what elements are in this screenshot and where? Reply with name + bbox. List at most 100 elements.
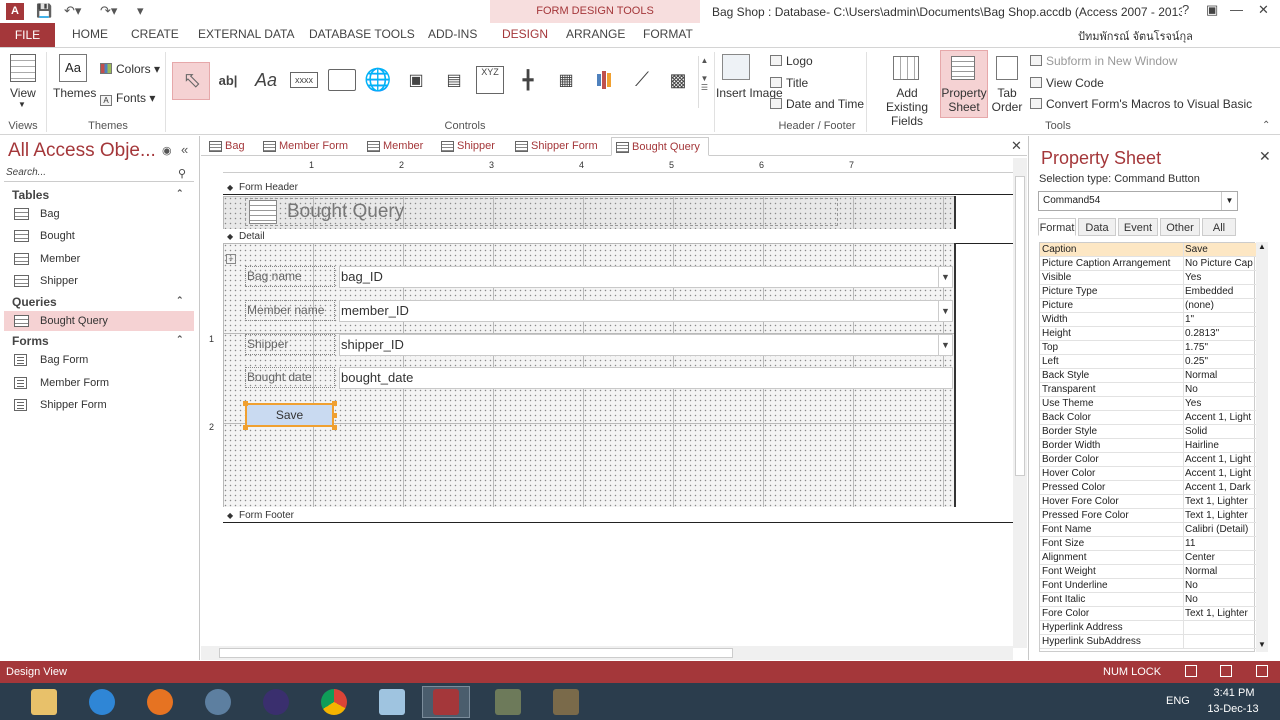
textbox-control-icon[interactable]: ab| [214, 66, 242, 94]
chevron-down-icon[interactable]: ▼ [938, 335, 952, 355]
ribbon-display-icon[interactable]: ▣ [1206, 2, 1218, 18]
property-value[interactable]: Accent 1, Light [1185, 412, 1255, 423]
notepad-icon[interactable] [368, 686, 416, 718]
button-control-icon[interactable]: xxxx [290, 72, 318, 88]
search-icon[interactable]: ⚲ [178, 167, 186, 180]
property-row[interactable]: Width 1" [1040, 313, 1256, 327]
view-dropdown-icon[interactable]: ▼ [18, 100, 26, 109]
shipper-label[interactable]: Shipper [245, 334, 335, 355]
add-existing-fields-button[interactable]: Add Existing Fields [874, 86, 940, 128]
navigation-control-icon[interactable]: ▤ [440, 66, 468, 94]
property-row[interactable]: Font Italic No [1040, 593, 1256, 607]
date-time-button[interactable]: Date and Time [770, 97, 864, 111]
property-row[interactable]: Back Style Normal [1040, 369, 1256, 383]
property-row[interactable]: Font Name Calibri (Detail) [1040, 523, 1256, 537]
property-row[interactable]: Pressed Fore Color Text 1, Lighter [1040, 509, 1256, 523]
help-icon[interactable]: ? [1182, 2, 1189, 17]
property-row[interactable]: Font Size 11 [1040, 537, 1256, 551]
tab-format[interactable]: Format [1038, 218, 1076, 236]
option-group-icon[interactable]: XYZ [476, 66, 504, 94]
property-value[interactable]: Text 1, Lighter [1185, 496, 1255, 507]
property-row[interactable]: Picture Caption Arrangement No Picture Ca… [1040, 257, 1256, 271]
scroll-down-icon[interactable]: ▼ [1258, 640, 1266, 649]
app-icon-2[interactable] [542, 686, 590, 718]
form-header-section[interactable]: Form Header [223, 180, 1013, 195]
property-value[interactable]: Yes [1185, 272, 1255, 283]
tab-other[interactable]: Other [1160, 218, 1200, 236]
nav-item-bought[interactable]: Bought [4, 226, 194, 246]
form-footer-section[interactable]: Form Footer [223, 508, 1013, 523]
property-value[interactable]: Accent 1, Light [1185, 454, 1255, 465]
redo-icon[interactable]: ↷▾ [100, 3, 117, 19]
shutter-bar-icon[interactable]: « [181, 142, 188, 157]
shipper-id-combo[interactable]: shipper_ID ▼ [339, 334, 953, 356]
nav-search-input[interactable]: Search... [4, 167, 194, 182]
property-value[interactable]: Yes [1185, 398, 1255, 409]
form-view-icon[interactable] [1185, 665, 1197, 677]
property-scrollbar[interactable]: ▲ ▼ [1256, 242, 1268, 652]
property-value[interactable]: (none) [1185, 300, 1255, 311]
property-row[interactable]: Picture (none) [1040, 299, 1256, 313]
app-icon-1[interactable] [484, 686, 532, 718]
tab-format[interactable]: FORMAT [643, 27, 693, 41]
file-explorer-icon[interactable] [20, 686, 68, 718]
collapse-icon[interactable]: ⌃ [176, 334, 184, 345]
property-value[interactable]: Center [1185, 552, 1255, 563]
chevron-down-icon[interactable]: ▼ [938, 301, 952, 321]
property-row[interactable]: Picture Type Embedded [1040, 285, 1256, 299]
combo-box-control-icon[interactable]: ▦ [552, 66, 580, 94]
subform-new-window-button[interactable]: Subform in New Window [1030, 54, 1177, 68]
property-value[interactable]: Normal [1185, 370, 1255, 381]
tab-arrange[interactable]: ARRANGE [566, 27, 625, 41]
property-row[interactable]: Fore Color Text 1, Lighter [1040, 607, 1256, 621]
title-button[interactable]: Title [770, 76, 808, 90]
close-icon[interactable]: ✕ [1259, 148, 1271, 165]
property-row[interactable]: Border Style Solid [1040, 425, 1256, 439]
tab-all[interactable]: All [1202, 218, 1236, 236]
property-value[interactable]: Text 1, Lighter [1185, 510, 1255, 521]
doc-tab-shipper-form[interactable]: Shipper Form [511, 137, 598, 156]
web-browser-control-icon[interactable]: ▣ [402, 66, 430, 94]
property-row[interactable]: Left 0.25" [1040, 355, 1256, 369]
property-row[interactable]: Transparent No [1040, 383, 1256, 397]
customize-quick-access-icon[interactable]: ▾ [137, 3, 144, 19]
network-icon[interactable] [194, 686, 242, 718]
user-account[interactable]: ปัทมพักรณ์ จัตนโรจน์กุล [1078, 27, 1193, 45]
tab-event[interactable]: Event [1118, 218, 1158, 236]
nav-item-member-form[interactable]: Member Form [4, 373, 194, 393]
collapse-ribbon-icon[interactable]: ⌃ [1262, 120, 1270, 131]
property-row[interactable]: Pressed Color Accent 1, Dark [1040, 481, 1256, 495]
view-button[interactable]: View [10, 86, 36, 100]
chevron-down-icon[interactable]: ▼ [1221, 192, 1237, 210]
tab-order-button[interactable]: Tab Order [990, 86, 1024, 114]
property-value[interactable]: Save [1185, 244, 1255, 255]
property-row[interactable]: Caption Save [1040, 243, 1256, 257]
resize-handle[interactable] [332, 413, 337, 418]
close-window-icon[interactable]: ✕ [1258, 2, 1269, 18]
layout-move-icon[interactable]: + [226, 254, 236, 264]
horizontal-scrollbar[interactable] [201, 646, 1013, 660]
design-view-icon[interactable] [1256, 665, 1268, 677]
internet-explorer-icon[interactable] [78, 686, 126, 718]
property-value[interactable]: No [1185, 580, 1255, 591]
property-value[interactable]: 0.25" [1185, 356, 1255, 367]
property-value[interactable]: Text 1, Lighter [1185, 608, 1255, 619]
toggle-button-icon[interactable]: ▩ [664, 66, 692, 94]
tab-home[interactable]: HOME [72, 27, 108, 41]
insert-image-icon[interactable] [722, 54, 750, 80]
property-value[interactable]: 11 [1185, 538, 1255, 549]
save-icon[interactable]: 💾 [36, 3, 52, 19]
bag-name-label[interactable]: Bag name [245, 266, 335, 287]
controls-gallery-scroll-icon[interactable]: ▲ ▼ ☰ [698, 56, 710, 108]
tab-external-data[interactable]: EXTERNAL DATA [198, 27, 294, 41]
hyperlink-control-icon[interactable]: 🌐 [364, 66, 392, 94]
property-row[interactable]: Hyperlink SubAddress [1040, 635, 1256, 649]
access-taskbar-icon[interactable] [422, 686, 470, 718]
property-value[interactable]: No [1185, 594, 1255, 605]
fonts-button[interactable]: A Fonts ▾ [100, 91, 155, 106]
clock-date[interactable]: 13-Dec-13 [1203, 703, 1263, 715]
doc-tab-bought-query[interactable]: Bought Query [611, 137, 709, 156]
page-break-icon[interactable]: ╋ [514, 66, 542, 94]
close-document-icon[interactable]: ✕ [1011, 138, 1022, 154]
collapse-icon[interactable]: ⌃ [176, 295, 184, 306]
